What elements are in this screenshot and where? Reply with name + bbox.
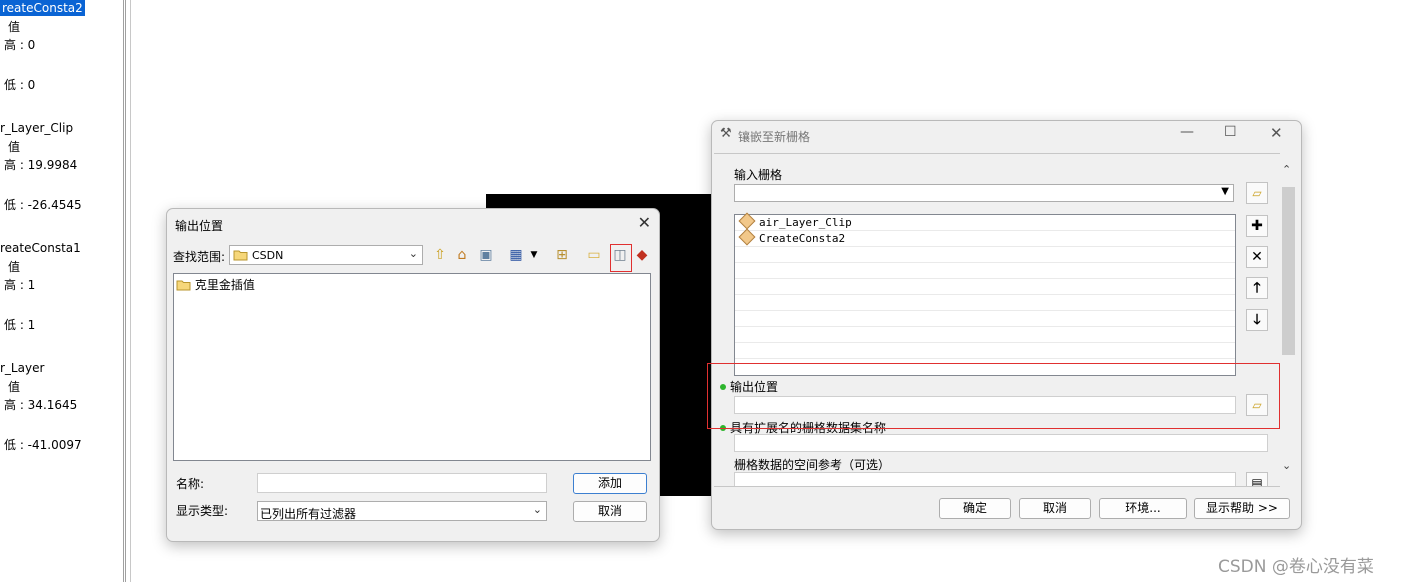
connect-folder-icon[interactable]: ▣: [477, 246, 495, 264]
raster-name: CreateConsta2: [759, 232, 846, 245]
input-rasters-list[interactable]: air_Layer_Clip CreateConsta2: [734, 212, 1236, 376]
toc-layer[interactable]: r_Layer: [0, 360, 44, 376]
toc-label: 值: [8, 380, 21, 394]
tool-parameters: 输入栅格 ▼ ▱ air_Layer_Clip CreateConsta2 ✚ …: [714, 153, 1282, 487]
raster-icon: [738, 212, 756, 230]
dialog-title: 镶嵌至新栅格: [738, 130, 811, 144]
toc-high: 高 : 1: [4, 278, 36, 292]
name-label: 名称:: [176, 477, 205, 491]
list-item[interactable]: 克里金插值: [176, 276, 255, 293]
spatial-reference-input[interactable]: [734, 472, 1236, 486]
pane-splitter[interactable]: [123, 0, 126, 582]
toc-label: 值: [8, 260, 21, 274]
minimize-icon[interactable]: —: [1180, 124, 1194, 140]
view-grid-icon[interactable]: ▦: [507, 246, 525, 264]
list-item: [735, 279, 1235, 295]
raster-icon: [738, 228, 756, 246]
toc-layer-createconsta1[interactable]: reateConsta1: [0, 240, 81, 256]
new-folder-icon[interactable]: ▭: [585, 246, 603, 264]
hammer-icon: ⚒: [720, 126, 732, 141]
toc-layer-clip[interactable]: r_Layer_Clip: [0, 120, 73, 136]
move-down-icon[interactable]: 🡓: [1246, 309, 1268, 331]
toc-label: 值: [8, 140, 21, 154]
browse-folder-icon[interactable]: ▱: [1246, 182, 1268, 204]
new-item-icon[interactable]: ⊞: [553, 246, 571, 264]
list-item: [735, 343, 1235, 359]
file-name: 克里金插值: [194, 278, 255, 292]
ok-button[interactable]: 确定: [939, 498, 1011, 519]
chevron-down-icon[interactable]: ▼: [525, 246, 543, 264]
input-rasters-combo[interactable]: ▼: [734, 184, 1234, 202]
list-item: [735, 247, 1235, 263]
folder-icon: [233, 248, 248, 264]
list-item: [735, 263, 1235, 279]
environments-button[interactable]: 环境...: [1099, 498, 1187, 519]
list-item[interactable]: air_Layer_Clip: [735, 212, 1235, 231]
raster-name: air_Layer_Clip: [759, 216, 852, 229]
home-icon[interactable]: ⌂: [453, 246, 471, 264]
cancel-button[interactable]: 取消: [573, 501, 647, 522]
table-of-contents: reateConsta2 值 高 : 0 低 : 0 r_Layer_Clip …: [0, 0, 123, 582]
look-in-combo[interactable]: CSDN ⌄: [229, 245, 423, 265]
new-toolbox-icon[interactable]: ◆: [633, 246, 651, 264]
chevron-down-icon[interactable]: ⌄: [1282, 459, 1291, 472]
look-in-value: CSDN: [252, 249, 284, 262]
dataset-name-input[interactable]: [734, 434, 1268, 452]
toc-low: 低 : 0: [4, 78, 36, 92]
spatial-reference-label: 栅格数据的空间参考（可选）: [734, 458, 891, 472]
maximize-icon[interactable]: ☐: [1224, 124, 1237, 140]
toc-high: 高 : 0: [4, 38, 36, 52]
input-rasters-label: 输入栅格: [734, 168, 783, 182]
list-item: [735, 327, 1235, 343]
toc-layer-createconsta2[interactable]: reateConsta2: [0, 0, 85, 16]
output-location-dialog: 输出位置 ✕ 查找范围: CSDN ⌄ ⇧ ⌂ ▣ ▦ ▼ ⊞ ▭ ◫ ◆ 克里…: [166, 208, 660, 542]
name-input[interactable]: [257, 473, 547, 493]
close-icon[interactable]: ✕: [1270, 124, 1283, 142]
move-up-icon[interactable]: 🡑: [1246, 277, 1268, 299]
up-folder-icon[interactable]: ⇧: [431, 246, 449, 264]
show-type-value: 已列出所有过滤器: [260, 507, 357, 521]
remove-icon[interactable]: ✕: [1246, 246, 1268, 268]
add-button[interactable]: 添加: [573, 473, 647, 494]
show-type-combo[interactable]: 已列出所有过滤器 ⌄: [257, 501, 547, 521]
chevron-up-icon[interactable]: ⌃: [1282, 163, 1291, 176]
list-item: [735, 295, 1235, 311]
toc-low: 低 : -41.0097: [4, 438, 82, 452]
toc-label: 值: [8, 20, 21, 34]
toc-high: 高 : 19.9984: [4, 158, 78, 172]
show-help-button[interactable]: 显示帮助 >>: [1194, 498, 1290, 519]
toc-low: 低 : 1: [4, 318, 36, 332]
add-icon[interactable]: ✚: [1246, 215, 1268, 237]
chevron-down-icon: ⌄: [532, 503, 542, 516]
cancel-button[interactable]: 取消: [1019, 498, 1091, 519]
toc-low: 低 : -26.4545: [4, 198, 82, 212]
watermark: CSDN @卷心没有菜: [1218, 557, 1374, 577]
chevron-down-icon: ▼: [1221, 186, 1229, 197]
chevron-down-icon: ⌄: [408, 247, 418, 260]
mosaic-to-new-raster-dialog: ⚒ 镶嵌至新栅格 — ☐ ✕ 输入栅格 ▼ ▱ air_Layer_Clip C…: [711, 120, 1302, 530]
list-item[interactable]: CreateConsta2: [735, 228, 1235, 247]
folder-icon: [176, 280, 191, 291]
file-list[interactable]: 克里金插值: [173, 273, 651, 461]
list-item: [735, 311, 1235, 327]
highlight-box: [610, 244, 632, 272]
toc-high: 高 : 34.1645: [4, 398, 78, 412]
scrollbar[interactable]: ⌃ ⌄: [1280, 153, 1298, 487]
spatial-reference-icon[interactable]: ▤: [1246, 472, 1268, 486]
show-type-label: 显示类型:: [176, 504, 229, 518]
close-icon[interactable]: ✕: [638, 213, 651, 232]
look-in-label: 查找范围:: [173, 250, 226, 264]
highlight-box: [707, 363, 1280, 429]
scroll-thumb[interactable]: [1282, 187, 1295, 355]
dialog-title: 输出位置: [175, 219, 224, 233]
